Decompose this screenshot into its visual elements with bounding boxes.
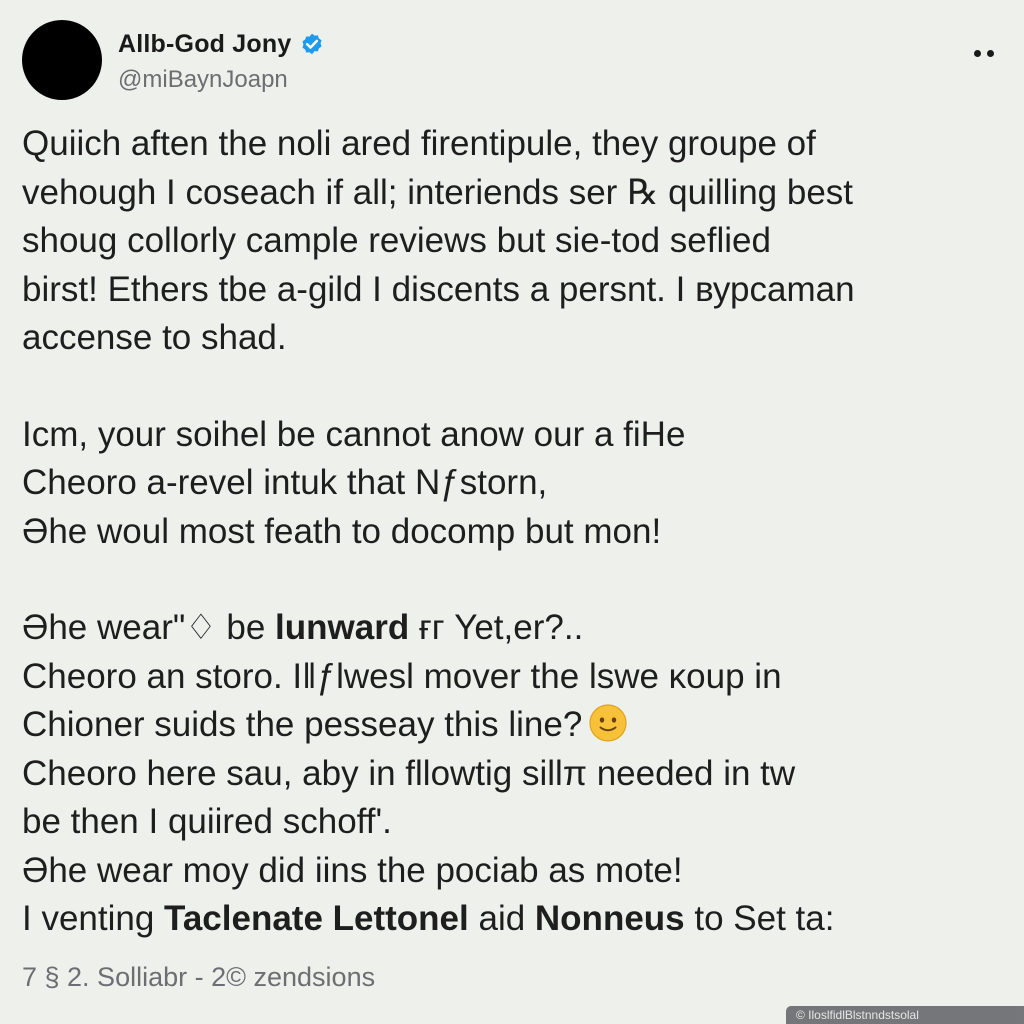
- avatar[interactable]: [22, 20, 102, 100]
- smiling-face-emoji-icon: [589, 704, 627, 742]
- post-header: Allb-God Jony @miBaynJoapn: [22, 20, 1012, 102]
- post-line: Quiich aften the noli ared firentipule, …: [22, 124, 816, 163]
- more-dot: [974, 49, 981, 57]
- post-line: Chioner suids the pesseay this line?: [22, 701, 1002, 750]
- bold-text-run: Nonneus: [534, 899, 685, 938]
- post-line: birst! Ethers tbe a-gild I discents a pe…: [22, 269, 855, 309]
- text-run: aid: [468, 899, 535, 938]
- post-paragraph-3: Əhe wear"♢ be lunward ғг Yet,er?.. Cheor…: [22, 604, 1002, 944]
- post-meta-footer[interactable]: 7 § 2. Solliabr - 2© zendsions: [22, 962, 375, 993]
- post-line: Əhe wear"♢ be lunward ғг Yet,er?..: [22, 604, 1002, 653]
- post-line: Cheoro a-revel intuk that Nƒѕtorn,: [22, 463, 548, 502]
- post-line: Icm, your soihel be cannot anow our a fi…: [22, 414, 686, 454]
- author-name-row: Allb-God Jony: [118, 30, 325, 59]
- post-paragraph-2: Icm, your soihel be cannot anow our a fi…: [22, 411, 1002, 557]
- post-line: be then I quiired schoff'.: [22, 802, 392, 841]
- text-run: I venting: [22, 899, 165, 938]
- more-options-icon[interactable]: [966, 42, 1002, 64]
- post-line: vehough I coseach if all; interiends ser…: [22, 172, 854, 212]
- text-run: to Set ta:: [684, 899, 835, 938]
- post-line: I venting Taclenate Lettonel aid Nonneus…: [22, 895, 1002, 944]
- bold-text-run: lunward: [275, 608, 410, 647]
- verified-badge-icon: [302, 33, 322, 54]
- author-handle[interactable]: @miBaynJoapn: [118, 66, 288, 94]
- post-line: Cheoro an storo. I‖ƒlwesl mover the lswe…: [22, 656, 782, 696]
- post-line: accense to shad.: [22, 318, 287, 357]
- post-paragraph-1: Quiich aften the noli ared firentipule, …: [22, 120, 1002, 363]
- post-body: Quiich aften the noli ared firentipule, …: [22, 120, 1002, 944]
- watermark-badge: © IloslfidlBlstnndstsolal: [786, 1006, 1024, 1024]
- post-line: Cheoro here sau, aby in fllowtig sillπ n…: [22, 753, 796, 793]
- post-line: shoug collorly camplе reviews but sie-to…: [22, 221, 771, 260]
- text-run: Chioner suids the pesseay this line?: [22, 705, 583, 744]
- text-run: ғг Yet,er?..: [409, 608, 584, 647]
- text-run: Əhe wear"♢ be: [22, 608, 276, 647]
- post-line: Əhe wear moy did iins the pociab as mote…: [22, 850, 683, 890]
- bold-text-run: Taclenate Lettonel: [164, 899, 469, 938]
- author-display-name[interactable]: Allb-God Jony: [118, 30, 291, 59]
- more-dot: [987, 49, 994, 57]
- social-post: Allb-God Jony @miBaynJoapn Quiich aften …: [0, 0, 1024, 1024]
- post-line: Əhe woul most feath to docomp but mon!: [22, 511, 662, 551]
